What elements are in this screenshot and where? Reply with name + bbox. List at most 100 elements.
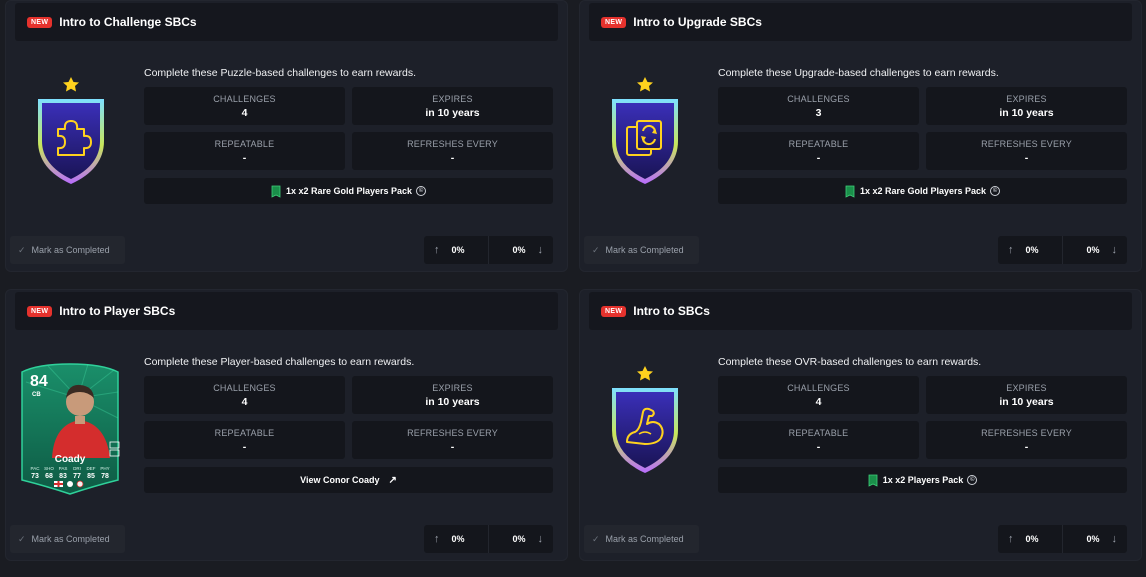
stat-label: EXPIRES [1006, 383, 1047, 393]
refresh-icon [612, 77, 678, 184]
arrow-down-icon: ↓ [537, 533, 544, 545]
stat-label: REPEATABLE [214, 139, 275, 149]
sbc-card-player: NEW Intro to Player SBCs 84 CB Coady PAC… [5, 289, 568, 561]
card-header: NEW Intro to Challenge SBCs [15, 3, 558, 41]
expires-stat: EXPIRES in 10 years [926, 376, 1127, 414]
upvote-percent: 0% [1025, 534, 1039, 544]
new-badge: NEW [601, 16, 627, 28]
sbc-card-challenge: NEW Intro to Challenge SBCs Complete the… [5, 0, 568, 272]
pack-icon [868, 474, 878, 487]
card-footer: ✓ Mark as Completed ↑ 0% 0% ↓ [6, 519, 567, 559]
refreshes-stat: REFRESHES EVERY - [926, 132, 1127, 170]
expires-stat: EXPIRES in 10 years [352, 376, 553, 414]
stat-label: CHALLENGES [213, 383, 276, 393]
stat-label: CHALLENGES [213, 94, 276, 104]
player-card[interactable]: 84 CB Coady PAC SHO PAS DRI DEF PHY 73 6… [18, 362, 122, 496]
downvote-percent: 0% [512, 534, 526, 544]
stat-value: in 10 years [425, 396, 480, 408]
stat-value: - [816, 152, 821, 164]
stat-label: EXPIRES [432, 94, 473, 104]
reward-pack: 1x x2 Rare Gold Players Pack © [718, 178, 1127, 204]
stat-value: in 10 years [999, 396, 1054, 408]
stat-label-pac: PAC [31, 466, 41, 471]
card-description: Complete these Puzzle-based challenges t… [144, 67, 416, 79]
reward-pack: 1x x2 Players Pack © [718, 467, 1127, 493]
mark-completed-button[interactable]: ✓ Mark as Completed [584, 525, 699, 553]
stat-value-sho: 68 [45, 473, 53, 480]
sbc-card-upgrade: NEW Intro to Upgrade SBCs Complete these… [579, 0, 1142, 272]
stat-value: 3 [815, 107, 822, 119]
challenges-stat: CHALLENGES 3 [718, 87, 919, 125]
stat-label: REFRESHES EVERY [981, 139, 1072, 149]
mark-completed-label: Mark as Completed [31, 534, 110, 544]
upvote-button[interactable]: ↑ 0% [998, 525, 1063, 553]
upvote-button[interactable]: ↑ 0% [998, 236, 1063, 264]
repeatable-stat: REPEATABLE - [144, 132, 345, 170]
puzzle-icon [38, 77, 104, 184]
mark-completed-button[interactable]: ✓ Mark as Completed [584, 236, 699, 264]
downvote-button[interactable]: 0% ↓ [489, 525, 553, 553]
stat-value: - [242, 152, 247, 164]
check-icon: ✓ [18, 533, 26, 544]
card-header: NEW Intro to Player SBCs [15, 292, 558, 330]
repeatable-stat: REPEATABLE - [144, 421, 345, 459]
card-title[interactable]: Intro to Challenge SBCs [59, 15, 196, 29]
card-footer: ✓ Mark as Completed ↑ 0% 0% ↓ [580, 230, 1141, 270]
vote-group: ↑ 0% 0% ↓ [424, 525, 553, 553]
card-description: Complete these Upgrade-based challenges … [718, 67, 999, 79]
stat-label: REPEATABLE [214, 428, 275, 438]
arrow-up-icon: ↑ [434, 533, 440, 545]
stat-value: in 10 years [425, 107, 480, 119]
expires-stat: EXPIRES in 10 years [352, 87, 553, 125]
downvote-percent: 0% [1086, 245, 1100, 255]
stat-value-pas: 83 [59, 473, 67, 480]
vote-group: ↑ 0% 0% ↓ [424, 236, 553, 264]
new-badge: NEW [27, 305, 53, 317]
untradeable-icon: © [967, 475, 978, 485]
card-title[interactable]: Intro to Upgrade SBCs [633, 15, 762, 29]
reward-label: 1x x2 Rare Gold Players Pack [859, 186, 987, 196]
upvote-button[interactable]: ↑ 0% [424, 525, 489, 553]
stat-label: REFRESHES EVERY [981, 428, 1072, 438]
sbc-card-intro: NEW Intro to SBCs Complete these OVR-bas… [579, 289, 1142, 561]
view-player-link[interactable]: View Conor Coady ↗ [144, 467, 553, 493]
upvote-percent: 0% [451, 245, 465, 255]
pack-icon [845, 185, 855, 198]
card-title[interactable]: Intro to SBCs [633, 304, 710, 318]
card-footer: ✓ Mark as Completed ↑ 0% 0% ↓ [580, 519, 1141, 559]
stat-value: - [1024, 441, 1029, 453]
arrow-up-icon: ↑ [1008, 244, 1014, 256]
stat-value-phy: 78 [101, 473, 109, 480]
downvote-button[interactable]: 0% ↓ [489, 236, 553, 264]
card-title[interactable]: Intro to Player SBCs [59, 304, 175, 318]
upvote-percent: 0% [451, 534, 465, 544]
refreshes-stat: REFRESHES EVERY - [926, 421, 1127, 459]
untradeable-icon: © [990, 186, 1001, 196]
player-position: CB [32, 392, 41, 398]
stat-value: 4 [241, 107, 248, 119]
new-badge: NEW [601, 305, 627, 317]
mark-completed-button[interactable]: ✓ Mark as Completed [10, 525, 125, 553]
stat-value-def: 85 [87, 473, 95, 480]
downvote-button[interactable]: 0% ↓ [1063, 525, 1127, 553]
stat-label-def: DEF [87, 466, 96, 471]
arrow-up-icon: ↑ [434, 244, 440, 256]
player-rating: 84 [30, 373, 48, 390]
stat-value: in 10 years [999, 107, 1054, 119]
downvote-percent: 0% [512, 245, 526, 255]
challenges-stat: CHALLENGES 4 [718, 376, 919, 414]
card-description: Complete these OVR-based challenges to e… [718, 356, 982, 368]
stat-value: 4 [241, 396, 248, 408]
upvote-button[interactable]: ↑ 0% [424, 236, 489, 264]
stat-label-phy: PHY [100, 466, 109, 471]
stat-label-pas: PAS [59, 466, 68, 471]
vote-group: ↑ 0% 0% ↓ [998, 525, 1127, 553]
mark-completed-button[interactable]: ✓ Mark as Completed [10, 236, 125, 264]
reward-label: 1x x2 Players Pack [882, 475, 964, 485]
stat-value: - [450, 152, 455, 164]
downvote-button[interactable]: 0% ↓ [1063, 236, 1127, 264]
arrow-down-icon: ↓ [537, 244, 544, 256]
view-player-label: View Conor Coady [300, 475, 380, 485]
card-footer: ✓ Mark as Completed ↑ 0% 0% ↓ [6, 230, 567, 270]
mark-completed-label: Mark as Completed [605, 245, 684, 255]
